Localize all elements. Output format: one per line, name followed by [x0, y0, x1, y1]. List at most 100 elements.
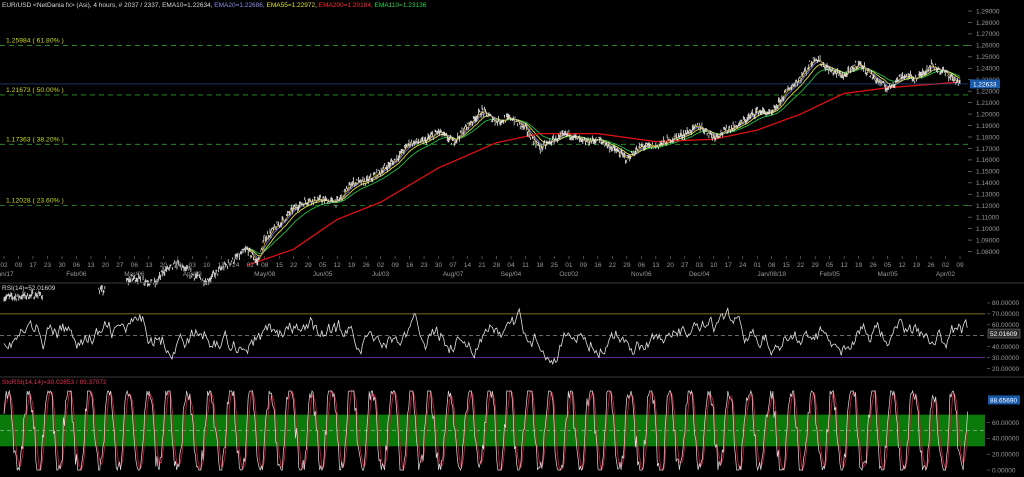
x-tick-label: 03: [189, 262, 197, 269]
x-month-label: Jan/08/18: [757, 271, 786, 278]
x-month-label: Jan/17: [0, 271, 14, 278]
x-tick-label: 27: [116, 262, 124, 269]
y-tick-label: 1.11000: [976, 214, 999, 221]
rsi-y-label: 60.00000: [992, 322, 1019, 329]
x-tick-label: 24: [739, 262, 747, 269]
x-month-label: May/08: [254, 271, 276, 278]
x-tick-label: 22: [290, 262, 298, 269]
x-month-label: Jun/05: [313, 271, 333, 278]
x-tick-label: 01: [754, 262, 762, 269]
y-tick-label: 1.21000: [976, 100, 1000, 107]
x-tick-label: 25: [551, 262, 559, 269]
x-tick-label: 16: [594, 262, 602, 269]
header-ema55: EMA55=1.22972,: [267, 2, 319, 9]
x-tick-label: 06: [638, 262, 646, 269]
x-tick-label: 29: [623, 262, 631, 269]
x-tick-label: 26: [927, 262, 935, 269]
x-tick-label: 17: [29, 262, 37, 269]
stochrsi-y-label: 20.00000: [992, 452, 1019, 459]
header-ema10: EMA10=1.22634,: [162, 2, 214, 9]
x-tick-label: 01: [565, 262, 573, 269]
y-tick-label: 1.26000: [976, 43, 1000, 50]
x-tick-label: 02: [247, 262, 255, 269]
x-tick-label: 12: [334, 262, 342, 269]
chart-canvas[interactable]: EUR/USD <NetDania fx> (Asi), 4 hours, # …: [0, 0, 1024, 477]
last-price-value: 1.22633: [973, 81, 997, 88]
x-tick-label: 12: [898, 262, 906, 269]
rsi-title: RSI(14)=52.01609: [2, 285, 56, 292]
x-month-label: Feb/05: [820, 271, 841, 278]
x-tick-label: 14: [464, 262, 472, 269]
x-month-label: Apr/03: [183, 271, 203, 278]
x-tick-label: 17: [218, 262, 226, 269]
header-ema200: EMA200=1.20184,: [319, 2, 375, 9]
rsi-y-label: 80.00000: [992, 300, 1019, 307]
x-month-label: Mar/06: [124, 271, 145, 278]
y-tick-label: 1.29000: [976, 8, 1000, 15]
x-tick-label: 24: [232, 262, 240, 269]
x-tick-label: 16: [406, 262, 414, 269]
x-tick-label: 15: [783, 262, 791, 269]
chart-header: EUR/USD <NetDania fx> (Asi), 4 hours, # …: [2, 2, 427, 9]
x-tick-label: 28: [493, 262, 501, 269]
x-tick-label: 09: [956, 262, 964, 269]
rsi-y-label: 20.00000: [992, 366, 1019, 373]
x-tick-label: 11: [522, 262, 529, 269]
y-tick-label: 1.28000: [976, 20, 1000, 27]
x-tick-label: 23: [420, 262, 428, 269]
x-tick-label: 05: [826, 262, 834, 269]
x-tick-label: 04: [507, 262, 515, 269]
y-tick-label: 1.09000: [976, 237, 1000, 244]
x-tick-label: 13: [652, 262, 660, 269]
header-ema110: EMA110=1.23136: [375, 2, 427, 9]
x-tick-label: 15: [276, 262, 284, 269]
x-month-label: Aug/07: [443, 271, 464, 278]
x-tick-label: 22: [797, 262, 805, 269]
x-tick-label: 13: [87, 262, 95, 269]
x-tick-label: 26: [869, 262, 877, 269]
x-tick-label: 20: [102, 262, 110, 269]
rsi-y-label: 70.00000: [992, 311, 1019, 318]
stochrsi-y-label: 60.00000: [992, 420, 1019, 427]
x-tick-label: 19: [913, 262, 921, 269]
header-symbol: EUR/USD <NetDania fx> (Asi), 4 hours, # …: [2, 2, 162, 9]
y-tick-label: 1.27000: [976, 31, 1000, 38]
x-tick-label: 05: [884, 262, 892, 269]
x-tick-label: 20: [667, 262, 675, 269]
x-month-label: Nov/06: [631, 271, 652, 278]
fib-level-label: 1.12028 ( 23.60% ): [6, 197, 64, 204]
x-tick-label: 22: [609, 262, 617, 269]
x-tick-label: 27: [681, 262, 689, 269]
x-tick-label: 02: [377, 262, 385, 269]
x-tick-label: 13: [145, 262, 153, 269]
y-tick-label: 1.25000: [976, 54, 1000, 61]
x-tick-label: 23: [44, 262, 52, 269]
x-tick-label: 10: [203, 262, 211, 269]
x-tick-label: 05: [319, 262, 327, 269]
x-tick-label: 19: [855, 262, 863, 269]
x-tick-label: 18: [536, 262, 544, 269]
x-tick-label: 08: [261, 262, 269, 269]
x-month-label: Oct/02: [559, 271, 579, 278]
y-tick-label: 1.08000: [976, 249, 1000, 256]
x-tick-label: 19: [348, 262, 356, 269]
header-ema20: EMA20=1.22686,: [214, 2, 266, 9]
stochrsi-last-value: 88.65690: [990, 397, 1017, 404]
x-month-label: Feb/06: [66, 271, 87, 278]
fib-level-label: 1.21673 ( 50.00% ): [6, 87, 64, 94]
x-tick-label: 17: [725, 262, 733, 269]
x-tick-label: 09: [391, 262, 399, 269]
x-tick-label: 30: [435, 262, 443, 269]
y-tick-label: 1.14000: [976, 180, 1000, 187]
rsi-y-label: 40.00000: [992, 344, 1019, 351]
y-tick-label: 1.12000: [976, 203, 1000, 210]
x-tick-label: 06: [73, 262, 81, 269]
fib-level-label: 1.17363 ( 38.20% ): [6, 136, 64, 143]
x-tick-label: 27: [174, 262, 182, 269]
x-tick-label: 20: [160, 262, 168, 269]
x-tick-label: 26: [363, 262, 371, 269]
y-tick-label: 1.24000: [976, 66, 1000, 73]
x-tick-label: 10: [710, 262, 718, 269]
x-tick-label: 09: [15, 262, 23, 269]
x-month-label: Mar/05: [877, 271, 898, 278]
